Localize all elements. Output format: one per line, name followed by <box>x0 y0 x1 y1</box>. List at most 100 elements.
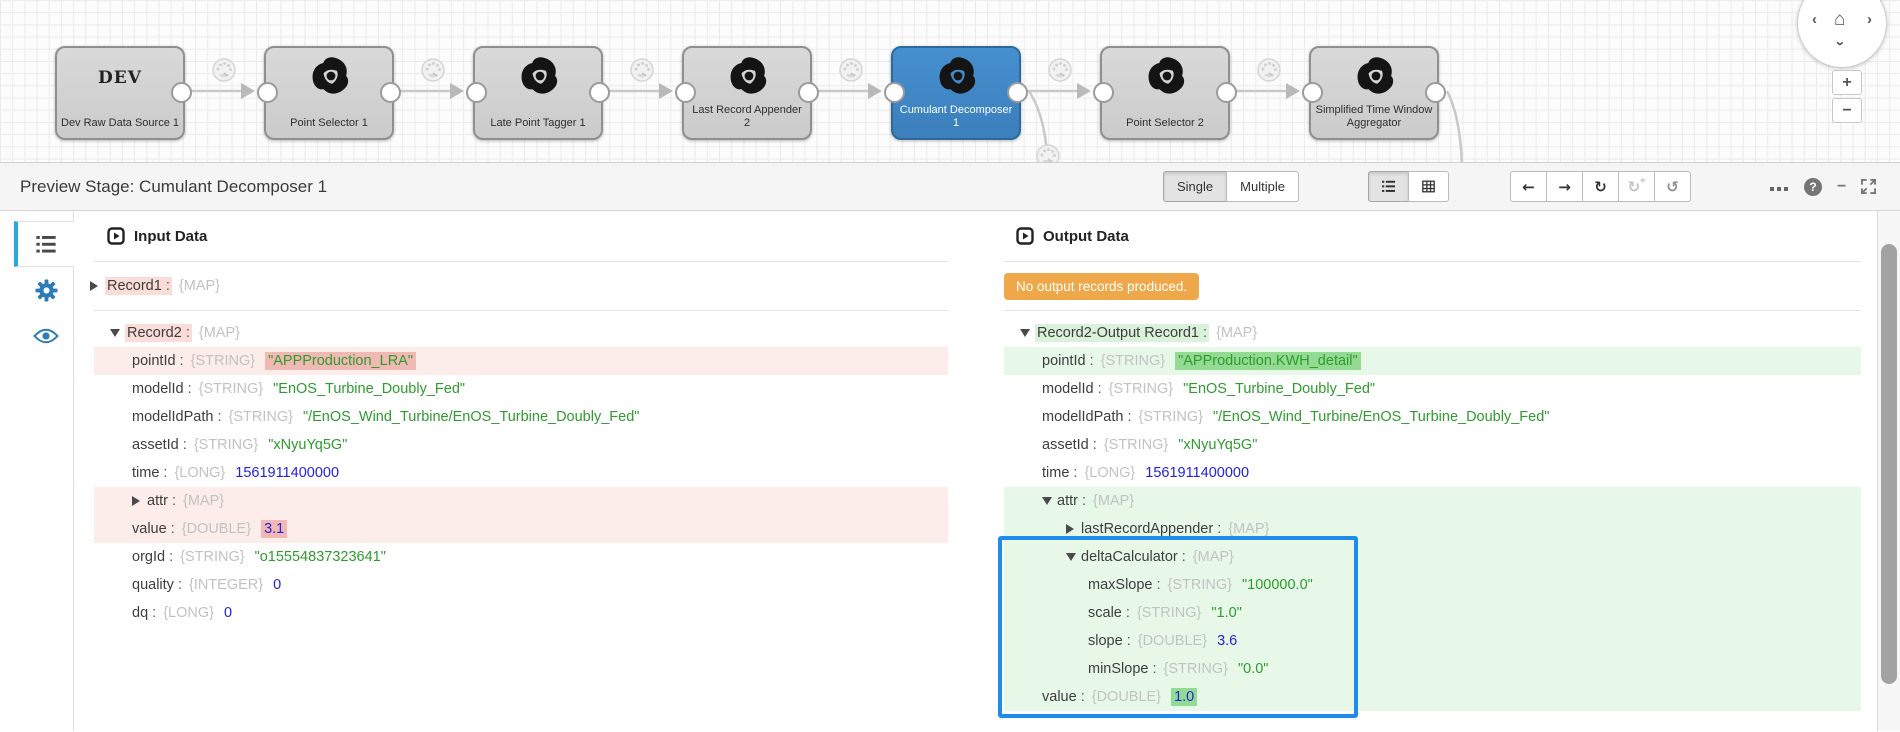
zoom-out-button[interactable]: − <box>1832 98 1862 123</box>
list-view-button[interactable] <box>1368 171 1409 202</box>
field-row-modelidpath[interactable]: modelIdPath {STRING} "/EnOS_Wind_Turbine… <box>1004 403 1861 431</box>
field-row-deltacalculator[interactable]: deltaCalculator {MAP} <box>1004 543 1861 571</box>
field-row-quality[interactable]: quality {INTEGER} 0 <box>94 571 948 599</box>
pan-right-icon[interactable]: › <box>1867 11 1872 28</box>
field-row-attr[interactable]: attr {MAP} <box>1004 487 1861 515</box>
refresh-preview-button[interactable]: ↻* <box>1618 171 1655 202</box>
field-type: {STRING} <box>180 549 244 565</box>
field-row-modelid[interactable]: modelId {STRING} "EnOS_Turbine_Doubly_Fe… <box>94 375 948 403</box>
records-list-icon <box>36 236 56 253</box>
field-type: {INTEGER} <box>189 577 263 593</box>
maximize-icon[interactable] <box>1861 179 1876 194</box>
panel-title: Input Data <box>134 228 207 245</box>
field-type: {LONG} <box>163 605 214 621</box>
previous-stage-button[interactable]: ← <box>1510 171 1547 202</box>
field-value: 0 <box>273 577 281 593</box>
field-row-modelid[interactable]: modelId {STRING} "EnOS_Turbine_Doubly_Fe… <box>1004 375 1861 403</box>
field-row-time[interactable]: time {LONG} 1561911400000 <box>1004 459 1861 487</box>
no-output-section: No output records produced. <box>984 262 1877 310</box>
sidebar-item-configuration[interactable] <box>14 267 74 313</box>
field-row-minslope[interactable]: minSlope {STRING} "0.0" <box>1004 655 1861 683</box>
pipeline-node-point-selector-1[interactable]: Point Selector 1 <box>264 46 394 140</box>
field-name: modelId <box>1042 381 1102 397</box>
node-type-badge: DEV <box>57 68 183 88</box>
field-row-time[interactable]: time {LONG} 1561911400000 <box>94 459 948 487</box>
pipeline-canvas[interactable]: DEV Dev Raw Data Source 1 Point Selector… <box>0 0 1900 163</box>
sidebar-item-watch[interactable] <box>14 313 74 359</box>
field-value: 1561911400000 <box>235 465 339 481</box>
stage-swirl-icon <box>936 54 980 98</box>
field-row-scale[interactable]: scale {STRING} "1.0" <box>1004 599 1861 627</box>
node-label: Cumulant Decomposer 1 <box>897 104 1015 132</box>
field-row-value[interactable]: value {DOUBLE} 1.0 <box>1004 683 1861 711</box>
field-type: {DOUBLE} <box>1138 633 1207 649</box>
field-name: time <box>1042 465 1077 481</box>
field-name: modelIdPath <box>1042 409 1131 425</box>
field-name: dq <box>132 605 156 621</box>
zoom-in-button[interactable]: + <box>1832 70 1862 95</box>
field-row-dq[interactable]: dq {LONG} 0 <box>94 599 948 627</box>
minimize-icon[interactable]: − <box>1837 178 1846 196</box>
field-row-modelidpath[interactable]: modelIdPath {STRING} "/EnOS_Wind_Turbine… <box>94 403 948 431</box>
scrollbar-thumb[interactable] <box>1881 244 1897 684</box>
rerun-preview-button[interactable]: ↻ <box>1582 171 1619 202</box>
field-type: {STRING} <box>228 409 292 425</box>
pan-down-icon[interactable]: › <box>1832 41 1849 46</box>
pan-left-icon[interactable]: ‹ <box>1812 11 1817 28</box>
record-row[interactable]: Record1 {MAP} <box>74 272 964 300</box>
help-icon[interactable]: ? <box>1804 178 1822 196</box>
field-row-maxslope[interactable]: maxSlope {STRING} "100000.0" <box>1004 571 1861 599</box>
revert-changes-button[interactable]: ↺ <box>1654 171 1691 202</box>
field-name: minSlope <box>1088 661 1157 677</box>
pipeline-node-last-record-appender-2[interactable]: Last Record Appender 2 <box>682 46 812 140</box>
record-row[interactable]: Record2-Output Record1 {MAP} <box>1004 319 1861 347</box>
node-label: Point Selector 1 <box>270 117 388 131</box>
field-name: value <box>1042 689 1085 705</box>
field-name: time <box>132 465 167 481</box>
field-row-lastrecordappender[interactable]: lastRecordAppender {MAP} <box>1004 515 1861 543</box>
next-stage-button[interactable]: → <box>1546 171 1583 202</box>
collapse-icon[interactable] <box>1042 497 1057 505</box>
sidebar-item-records[interactable] <box>14 221 74 267</box>
field-value: "xNyuYq5G" <box>1178 437 1257 453</box>
field-row-assetid[interactable]: assetId {STRING} "xNyuYq5G" <box>1004 431 1861 459</box>
collapse-icon[interactable] <box>110 329 125 337</box>
pipeline-node-cumulant-decomposer-1[interactable]: Cumulant Decomposer 1 <box>891 46 1021 140</box>
field-type: {STRING} <box>1164 661 1228 677</box>
field-row-assetid[interactable]: assetId {STRING} "xNyuYq5G" <box>94 431 948 459</box>
field-name: maxSlope <box>1088 577 1161 593</box>
field-name: assetId <box>1042 437 1097 453</box>
record-mode-toggle: Single Multiple <box>1163 171 1299 202</box>
pipeline-node-point-selector-2[interactable]: Point Selector 2 <box>1100 46 1230 140</box>
field-row-attr[interactable]: attr {MAP} <box>94 487 948 515</box>
multiple-mode-button[interactable]: Multiple <box>1226 171 1299 202</box>
input-data-panel: Input Data Record1 {MAP} Record2 {MAP} p… <box>74 211 964 731</box>
canvas-zoom-control[interactable]: + − <box>1832 70 1862 123</box>
pipeline-node-dev-raw-data-source[interactable]: DEV Dev Raw Data Source 1 <box>55 46 185 140</box>
record-row[interactable]: Record2 {MAP} <box>94 319 948 347</box>
no-output-badge: No output records produced. <box>1004 273 1199 300</box>
field-row-slope[interactable]: slope {DOUBLE} 3.6 <box>1004 627 1861 655</box>
record-type: {MAP} <box>179 278 220 294</box>
collapse-icon[interactable] <box>1066 553 1081 561</box>
pipeline-node-late-point-tagger-1[interactable]: Late Point Tagger 1 <box>473 46 603 140</box>
field-value: 1.0 <box>1171 688 1197 706</box>
table-view-button[interactable] <box>1408 171 1449 202</box>
field-row-orgid[interactable]: orgId {STRING} "o15554837323641" <box>94 543 948 571</box>
pipeline-node-simplified-time-window-aggregator[interactable]: Simplified Time Window Aggregator <box>1309 46 1439 140</box>
vertical-scrollbar[interactable] <box>1877 211 1900 731</box>
field-row-value[interactable]: value {DOUBLE} 3.1 <box>94 515 948 543</box>
home-icon[interactable]: ⌂ <box>1834 9 1845 31</box>
field-row-pointid[interactable]: pointId {STRING} "APPProduction_LRA" <box>94 347 948 375</box>
field-value: "o15554837323641" <box>255 549 386 565</box>
field-value: 1561911400000 <box>1145 465 1249 481</box>
expand-icon[interactable] <box>1066 524 1081 534</box>
field-type: {STRING} <box>1137 605 1201 621</box>
collapse-icon[interactable] <box>1020 329 1035 337</box>
field-row-pointid[interactable]: pointId {STRING} "APProduction.KWH_detai… <box>1004 347 1861 375</box>
single-mode-button[interactable]: Single <box>1163 171 1227 202</box>
expand-icon[interactable] <box>90 281 105 291</box>
expand-icon[interactable] <box>132 496 147 506</box>
record-name: Record1 <box>105 277 172 295</box>
more-options-icon[interactable] <box>1768 178 1789 196</box>
